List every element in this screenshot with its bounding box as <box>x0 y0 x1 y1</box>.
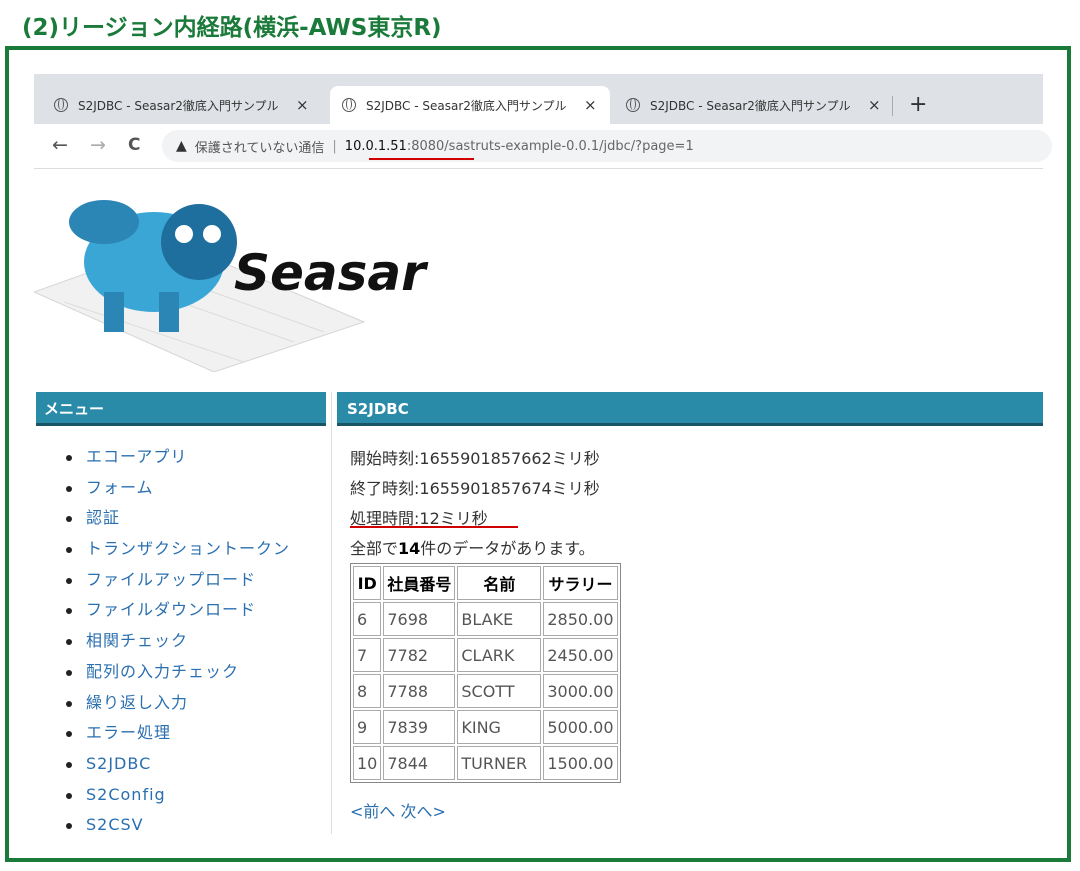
menu-item-token[interactable]: トランザクショントークン <box>62 534 290 565</box>
start-time: 開始時刻:1655901857662ミリ秒 <box>350 449 600 468</box>
col-header-empno: 社員番号 <box>383 566 456 600</box>
col-header-salary: サラリー <box>543 566 618 600</box>
menu-item-array-check[interactable]: 配列の入力チェック <box>62 657 290 688</box>
back-icon[interactable]: ← <box>52 134 68 156</box>
close-icon[interactable]: × <box>868 96 881 114</box>
url-highlight-underline <box>369 158 474 160</box>
cell-id: 6 <box>353 602 382 636</box>
total-suffix: 件のデータがあります。 <box>420 539 595 558</box>
close-icon[interactable]: × <box>296 96 309 114</box>
pager-links[interactable]: <前へ 次へ> <box>350 798 446 822</box>
url-host: 10.0.1.51 <box>344 138 407 154</box>
browser-tab-3[interactable]: S2JDBC - Seasar2徹底入門サンプル × <box>614 86 881 124</box>
browser-tab-1[interactable]: S2JDBC - Seasar2徹底入門サンプル × <box>42 86 309 124</box>
menu-item-s2config[interactable]: S2Config <box>62 780 290 811</box>
url-path: /sastruts-example-0.0.1/jdbc/?page=1 <box>444 138 694 154</box>
globe-icon <box>54 98 68 112</box>
cell-empno: 7788 <box>383 674 456 708</box>
total-count: 14 <box>398 539 421 558</box>
menu-item-auth[interactable]: 認証 <box>62 503 290 534</box>
cell-name: CLARK <box>457 638 542 672</box>
menu-item-upload[interactable]: ファイルアップロード <box>62 565 290 596</box>
menu-list: エコーアプリ フォーム 認証 トランザクショントークン ファイルアップロード フ… <box>62 442 290 841</box>
tab-title: S2JDBC - Seasar2徹底入門サンプル <box>78 98 279 113</box>
menu-item-form[interactable]: フォーム <box>62 473 290 504</box>
globe-icon <box>342 98 356 112</box>
total-prefix: 全部で <box>350 539 399 558</box>
screenshot-frame: S2JDBC - Seasar2徹底入門サンプル × S2JDBC - Seas… <box>5 46 1071 862</box>
menu-item-repeat[interactable]: 繰り返し入力 <box>62 688 290 719</box>
main-header: S2JDBC <box>337 392 1043 426</box>
cell-salary: 3000.00 <box>543 674 618 708</box>
cell-salary: 1500.00 <box>543 746 618 780</box>
column-divider <box>331 392 332 834</box>
cell-id: 8 <box>353 674 382 708</box>
menu-item-s2csv[interactable]: S2CSV <box>62 810 290 841</box>
insecure-label[interactable]: 保護されていない通信 <box>195 137 325 156</box>
warning-icon[interactable]: ▲ <box>176 138 187 154</box>
col-header-name: 名前 <box>457 566 542 600</box>
slide-title: (2)リージョン内経路(横浜-AWS東京R) <box>22 15 442 41</box>
browser-window: S2JDBC - Seasar2徹底入門サンプル × S2JDBC - Seas… <box>34 74 1052 834</box>
close-icon[interactable]: × <box>584 96 597 114</box>
cell-name: SCOTT <box>457 674 542 708</box>
cell-salary: 5000.00 <box>543 710 618 744</box>
cell-empno: 7839 <box>383 710 456 744</box>
menu-header: メニュー <box>36 392 326 426</box>
table-row: 6 7698 BLAKE 2850.00 <box>353 602 618 636</box>
globe-icon <box>626 98 640 112</box>
cell-id: 10 <box>353 746 382 780</box>
table-header-row: ID 社員番号 名前 サラリー <box>353 566 618 600</box>
cell-empno: 7698 <box>383 602 456 636</box>
new-tab-button[interactable]: + <box>909 92 927 117</box>
table-row: 10 7844 TURNER 1500.00 <box>353 746 618 780</box>
table-row: 9 7839 KING 5000.00 <box>353 710 618 744</box>
menu-item-error[interactable]: エラー処理 <box>62 718 290 749</box>
cell-name: TURNER <box>457 746 542 780</box>
cell-empno: 7782 <box>383 638 456 672</box>
table-row: 8 7788 SCOTT 3000.00 <box>353 674 618 708</box>
tab-bar: S2JDBC - Seasar2徹底入門サンプル × S2JDBC - Seas… <box>34 74 1043 124</box>
employee-table: ID 社員番号 名前 サラリー 6 7698 BLAKE 2850.00 7 7… <box>350 563 621 783</box>
url-field[interactable]: ▲ 保護されていない通信 | 10.0.1.51:8080/sastruts-e… <box>162 130 1052 162</box>
menu-item-correlation[interactable]: 相関チェック <box>62 626 290 657</box>
tab-title: S2JDBC - Seasar2徹底入門サンプル <box>366 98 567 113</box>
cell-id: 9 <box>353 710 382 744</box>
cell-salary: 2850.00 <box>543 602 618 636</box>
table-row: 7 7782 CLARK 2450.00 <box>353 638 618 672</box>
url-separator: | <box>332 138 337 154</box>
cell-empno: 7844 <box>383 746 456 780</box>
total-count-text: 全部で14件のデータがあります。 <box>350 535 595 559</box>
cell-name: BLAKE <box>457 602 542 636</box>
seasar-logo: Seasar <box>34 200 429 372</box>
cell-salary: 2450.00 <box>543 638 618 672</box>
col-header-id: ID <box>353 566 382 600</box>
elapsed-highlight-underline <box>350 526 518 528</box>
forward-icon[interactable]: → <box>90 134 106 156</box>
reload-icon[interactable]: C <box>128 135 140 155</box>
browser-tab-2-active[interactable]: S2JDBC - Seasar2徹底入門サンプル × <box>330 86 610 124</box>
url-port: :8080 <box>406 138 445 154</box>
tab-title: S2JDBC - Seasar2徹底入門サンプル <box>650 98 851 113</box>
cell-name: KING <box>457 710 542 744</box>
menu-item-echo[interactable]: エコーアプリ <box>62 442 290 473</box>
logo-text: Seasar <box>234 244 429 302</box>
address-bar-row: ← → C ▲ 保護されていない通信 | 10.0.1.51:8080/sast… <box>34 124 1052 169</box>
menu-item-s2jdbc[interactable]: S2JDBC <box>62 749 290 780</box>
end-time: 終了時刻:1655901857674ミリ秒 <box>350 479 600 498</box>
menu-item-download[interactable]: ファイルダウンロード <box>62 595 290 626</box>
cell-id: 7 <box>353 638 382 672</box>
tab-separator <box>892 96 893 116</box>
